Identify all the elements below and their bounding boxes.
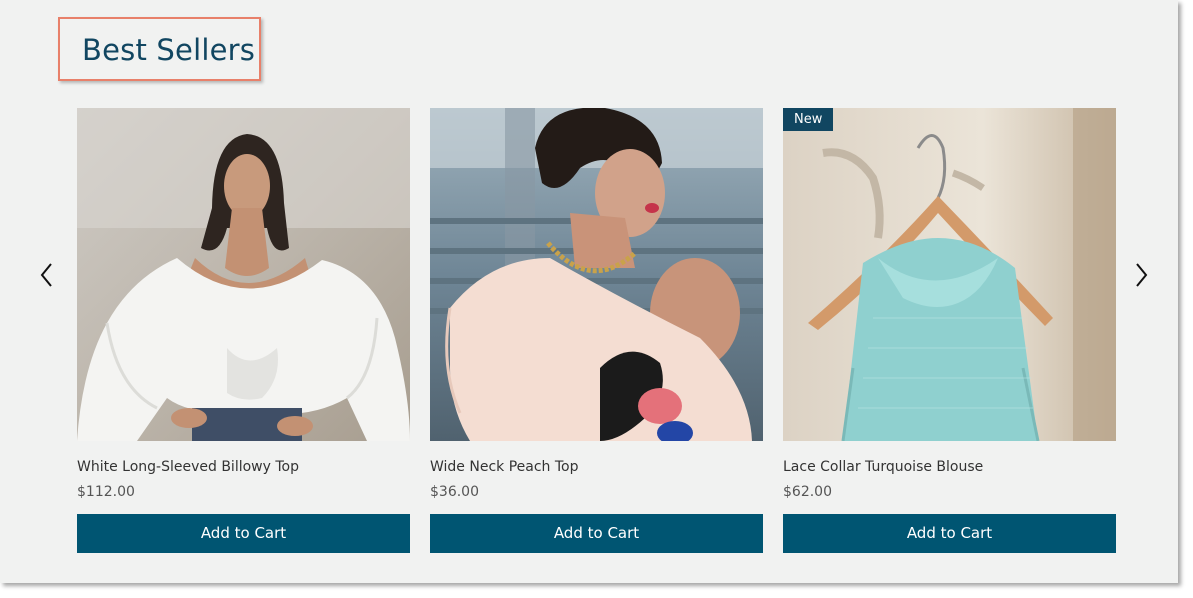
product-photo-white-top: [77, 108, 410, 441]
product-price: $62.00: [783, 484, 832, 500]
product-card: Wide Neck Peach Top $36.00 Add to Cart: [430, 108, 763, 553]
gallery-prev-button[interactable]: [37, 259, 57, 293]
product-photo-turquoise-blouse: [783, 108, 1116, 441]
section-title: Best Sellers: [82, 33, 256, 67]
product-image[interactable]: [430, 108, 763, 441]
chevron-right-icon: [1136, 263, 1148, 287]
best-sellers-gallery: Best Sellers White Long-Sleeved Billowy …: [0, 0, 1178, 583]
product-image[interactable]: New: [783, 108, 1116, 441]
product-price: $112.00: [77, 484, 135, 500]
chevron-left-icon: [40, 263, 52, 287]
add-to-cart-button[interactable]: Add to Cart: [430, 514, 763, 553]
product-name[interactable]: Wide Neck Peach Top: [430, 458, 579, 476]
add-to-cart-button[interactable]: Add to Cart: [77, 514, 410, 553]
product-name[interactable]: White Long-Sleeved Billowy Top: [77, 458, 299, 476]
product-card: White Long-Sleeved Billowy Top $112.00 A…: [77, 108, 410, 553]
product-name[interactable]: Lace Collar Turquoise Blouse: [783, 458, 983, 476]
product-image[interactable]: [77, 108, 410, 441]
product-price: $36.00: [430, 484, 479, 500]
add-to-cart-button[interactable]: Add to Cart: [783, 514, 1116, 553]
product-card: New Lace Collar Turquoise Blouse $62.00 …: [783, 108, 1116, 553]
new-ribbon-badge: New: [783, 108, 834, 131]
product-photo-peach-top: [430, 108, 763, 441]
gallery-next-button[interactable]: [1132, 259, 1152, 293]
